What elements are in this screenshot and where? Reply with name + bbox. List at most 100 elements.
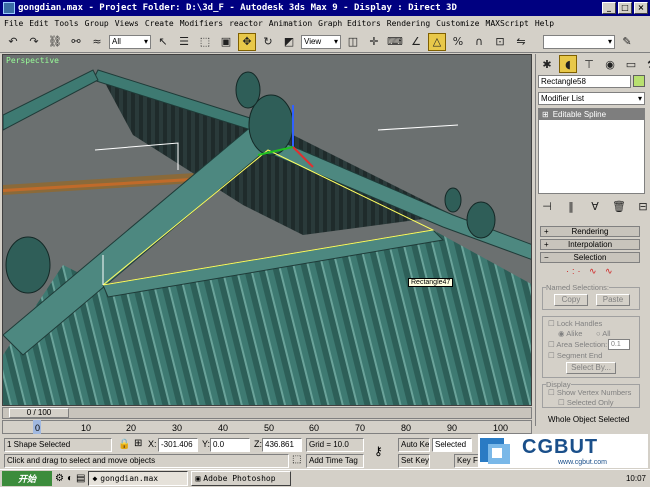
subobject-level-icons[interactable]: ·:· ∿ ∿ bbox=[566, 266, 616, 277]
object-color-swatch[interactable] bbox=[633, 75, 645, 87]
rendering-rollout[interactable]: + Rendering bbox=[540, 226, 640, 237]
auto-key-button[interactable]: Auto Key bbox=[398, 438, 430, 452]
manipulate-icon[interactable]: ✛ bbox=[365, 33, 383, 51]
mirror-icon[interactable]: ⇋ bbox=[512, 33, 530, 51]
create-tab-icon[interactable]: ✱ bbox=[538, 55, 556, 73]
spinner-snap-icon[interactable]: ∩ bbox=[470, 33, 488, 51]
named-selection-dropdown[interactable]: ▾ bbox=[543, 34, 615, 49]
modifier-list-dropdown[interactable]: Modifier List ▾ bbox=[538, 92, 645, 105]
start-button[interactable]: 开始 bbox=[2, 471, 52, 486]
paste-button[interactable]: Paste bbox=[596, 294, 630, 306]
selection-filter-dropdown[interactable]: All ▾ bbox=[109, 34, 151, 49]
all-radio[interactable]: ○ All bbox=[596, 329, 611, 338]
time-slider-track[interactable]: 0 / 100 bbox=[2, 407, 532, 419]
lock-handles-checkbox[interactable]: ☐ Lock Handles bbox=[548, 319, 602, 328]
select-and-move-icon[interactable]: ✥ bbox=[238, 32, 256, 51]
menu-graph-editors[interactable]: Graph Editors bbox=[318, 19, 381, 28]
select-object-icon[interactable]: ↖ bbox=[154, 33, 172, 51]
select-by-button[interactable]: Select By... bbox=[566, 362, 616, 374]
menu-file[interactable]: File bbox=[4, 19, 23, 28]
absolute-mode-icon[interactable]: ⊞ bbox=[134, 438, 142, 449]
menu-rendering[interactable]: Rendering bbox=[387, 19, 430, 28]
track-bar[interactable]: 0 10 20 30 40 50 60 70 80 90 100 bbox=[2, 420, 532, 434]
undo-icon[interactable]: ↶ bbox=[4, 33, 22, 51]
remove-modifier-icon[interactable]: 🗑 bbox=[610, 197, 628, 215]
time-tag-icon[interactable]: ⬚ bbox=[292, 454, 301, 465]
menu-group[interactable]: Group bbox=[85, 19, 109, 28]
expand-icon[interactable]: ⊞ bbox=[542, 110, 549, 119]
alike-radio[interactable]: ◉ Alike bbox=[558, 329, 582, 338]
menu-animation[interactable]: Animation bbox=[269, 19, 312, 28]
object-name-field[interactable]: Rectangle58 bbox=[538, 75, 631, 88]
select-and-rotate-icon[interactable]: ↻ bbox=[259, 33, 277, 51]
copy-button[interactable]: Copy bbox=[554, 294, 588, 306]
bind-space-warp-icon[interactable]: ≈ bbox=[88, 33, 106, 51]
select-by-name-icon[interactable]: ☰ bbox=[175, 33, 193, 51]
time-slider[interactable]: 0 / 100 bbox=[9, 408, 69, 418]
add-time-tag-button[interactable]: Add Time Tag bbox=[306, 454, 364, 468]
display-tab-icon[interactable]: ▭ bbox=[622, 55, 640, 73]
stack-item[interactable]: ⊞ Editable Spline bbox=[539, 109, 644, 120]
show-end-result-icon[interactable]: ‖ bbox=[562, 197, 580, 215]
window-title: gongdian.max - Project Folder: D:\3d_F -… bbox=[18, 3, 457, 13]
motion-tab-icon[interactable]: ◉ bbox=[601, 55, 619, 73]
pivot-point-icon[interactable]: ◫ bbox=[344, 33, 362, 51]
quick-launch-icon[interactable]: ◐ bbox=[67, 473, 73, 484]
menu-edit[interactable]: Edit bbox=[29, 19, 48, 28]
eraser-icon[interactable]: ✎ bbox=[618, 33, 636, 51]
y-coordinate-field[interactable]: 0.0 bbox=[210, 438, 250, 452]
pin-stack-icon[interactable]: ⊣ bbox=[538, 197, 556, 215]
menu-tools[interactable]: Tools bbox=[55, 19, 79, 28]
named-selection-sets-icon[interactable]: ⊡ bbox=[491, 33, 509, 51]
tick-label: 100 bbox=[493, 423, 509, 433]
modify-tab-icon[interactable]: ◖ bbox=[559, 55, 577, 73]
menu-maxscript[interactable]: MAXScript bbox=[486, 19, 529, 28]
utilities-tab-icon[interactable]: ⚒ bbox=[643, 55, 650, 73]
set-key-button[interactable]: Set Key bbox=[398, 454, 430, 468]
menu-views[interactable]: Views bbox=[115, 19, 139, 28]
menu-customize[interactable]: Customize bbox=[436, 19, 479, 28]
select-and-scale-icon[interactable]: ◩ bbox=[280, 33, 298, 51]
perspective-viewport[interactable]: Perspective Rectangle47 bbox=[2, 54, 532, 406]
interpolation-rollout[interactable]: + Interpolation bbox=[540, 239, 640, 250]
selected-only-checkbox[interactable]: ☐ Selected Only bbox=[558, 398, 614, 407]
unlink-icon[interactable]: ⚯ bbox=[67, 33, 85, 51]
area-selection-checkbox[interactable]: ☐ Area Selection: bbox=[548, 340, 607, 349]
area-selection-input[interactable]: 0.1 bbox=[608, 339, 630, 350]
maximize-button[interactable]: □ bbox=[618, 2, 632, 14]
quick-launch-icon[interactable]: ▤ bbox=[76, 473, 85, 484]
keyboard-shortcut-icon[interactable]: ⌨ bbox=[386, 33, 404, 51]
rectangular-selection-icon[interactable]: ⬚ bbox=[196, 33, 214, 51]
viewport-label[interactable]: Perspective bbox=[6, 56, 59, 65]
menu-reactor[interactable]: reactor bbox=[229, 19, 263, 28]
menu-help[interactable]: Help bbox=[535, 19, 554, 28]
taskbar-item-label: gongdian.max bbox=[100, 474, 159, 483]
reference-coordinate-dropdown[interactable]: View ▾ bbox=[301, 34, 341, 49]
configure-sets-icon[interactable]: ⊟ bbox=[634, 197, 650, 215]
taskbar-item-3dsmax[interactable]: ◆ gongdian.max bbox=[88, 471, 189, 486]
key-mode-dropdown[interactable]: Selected bbox=[432, 438, 472, 452]
z-coordinate-field[interactable]: 436.861 bbox=[262, 438, 302, 452]
menu-create[interactable]: Create bbox=[145, 19, 174, 28]
hierarchy-tab-icon[interactable]: ⊤ bbox=[580, 55, 598, 73]
minimize-button[interactable]: _ bbox=[602, 2, 616, 14]
segment-end-checkbox[interactable]: ☐ Segment End bbox=[548, 351, 602, 360]
window-crossing-icon[interactable]: ▣ bbox=[217, 33, 235, 51]
app-icon[interactable] bbox=[3, 2, 15, 14]
key-icon[interactable]: ⚷ bbox=[374, 444, 383, 458]
angle-snap-icon[interactable]: △ bbox=[428, 32, 446, 51]
quick-launch-icon[interactable]: ⚙ bbox=[55, 473, 64, 484]
selection-rollout[interactable]: − Selection bbox=[540, 252, 640, 263]
close-button[interactable]: × bbox=[634, 2, 648, 14]
link-icon[interactable]: ⛓ bbox=[46, 33, 64, 51]
make-unique-icon[interactable]: ∀ bbox=[586, 197, 604, 215]
x-coordinate-field[interactable]: -301.406 bbox=[158, 438, 198, 452]
percent-snap-icon[interactable]: % bbox=[449, 33, 467, 51]
lock-selection-icon[interactable]: 🔒 bbox=[118, 439, 130, 450]
watermark-logo: CGBUT www.cgbut.com bbox=[478, 434, 648, 468]
snap-toggle-icon[interactable]: ∠ bbox=[407, 33, 425, 51]
menu-modifiers[interactable]: Modifiers bbox=[180, 19, 223, 28]
show-vertex-numbers-checkbox[interactable]: ☐ Show Vertex Numbers bbox=[548, 388, 631, 397]
taskbar-item-photoshop[interactable]: ▣ Adobe Photoshop bbox=[191, 471, 292, 486]
redo-icon[interactable]: ↷ bbox=[25, 33, 43, 51]
